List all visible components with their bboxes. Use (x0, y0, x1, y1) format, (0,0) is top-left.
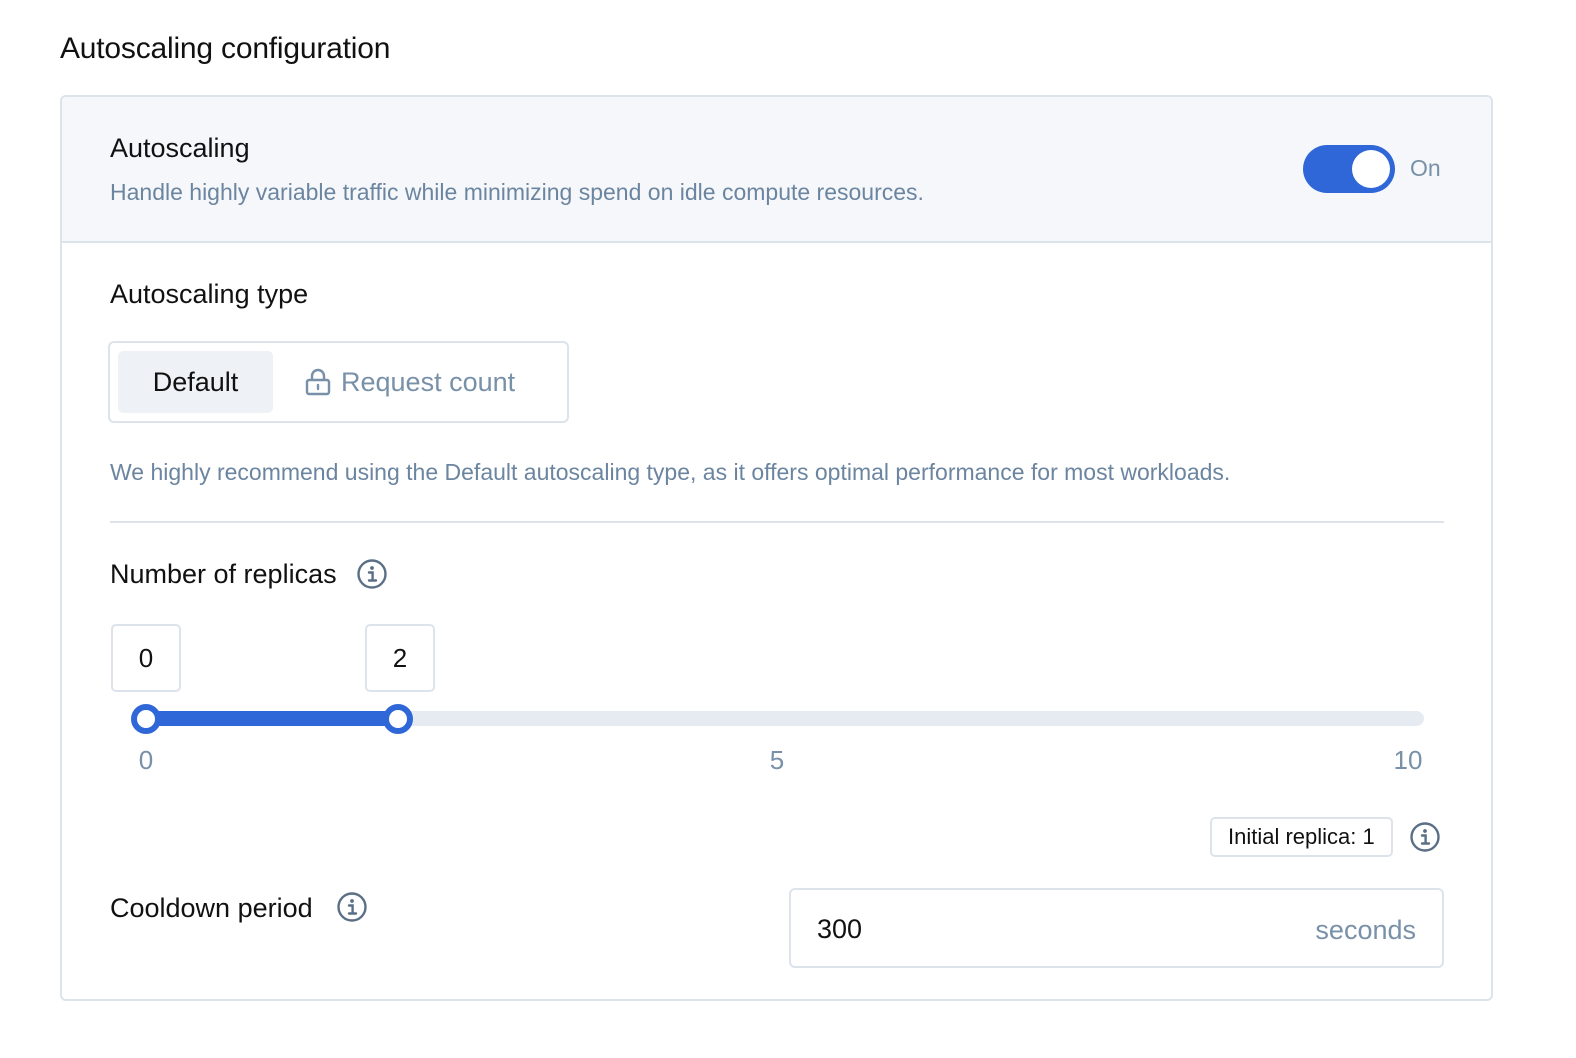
slider-tick-label: 10 (1393, 745, 1423, 775)
replicas-title: Number of replicas (110, 559, 337, 589)
option-request-count[interactable]: Request count (305, 351, 515, 413)
cooldown-value: 300 (817, 914, 863, 944)
option-request-count-label: Request count (341, 366, 516, 397)
replicas-info-icon[interactable] (356, 558, 388, 590)
autoscaling-description: Handle highly variable traffic while min… (110, 179, 924, 205)
option-default-label: Default (152, 366, 239, 397)
replicas-min-handle[interactable] (131, 704, 161, 734)
autoscaling-title: Autoscaling (110, 133, 250, 163)
autoscaling-type-title: Autoscaling type (110, 279, 309, 309)
initial-replica-badge: Initial replica: 1 (1210, 817, 1393, 857)
replicas-slider-fill (146, 711, 399, 726)
replicas-min-input[interactable]: 0 (111, 624, 181, 692)
cooldown-unit: seconds (1315, 915, 1416, 945)
recommendation-text: We highly recommend using the Default au… (110, 459, 1231, 485)
initial-replica-info-icon[interactable] (1409, 821, 1441, 853)
toggle-status-label: On (1410, 155, 1441, 181)
autoscaling-toggle[interactable] (1303, 145, 1395, 193)
cooldown-info-icon[interactable] (336, 891, 368, 923)
cooldown-title: Cooldown period (110, 893, 313, 923)
slider-tick-label: 0 (138, 745, 154, 775)
option-default[interactable]: Default (118, 351, 273, 413)
slider-tick-label: 5 (769, 745, 785, 775)
toggle-knob (1352, 150, 1390, 188)
autoscaling-header: Autoscaling Handle highly variable traff… (62, 97, 1491, 243)
autoscaling-card: Autoscaling Handle highly variable traff… (60, 95, 1493, 1001)
page-title: Autoscaling configuration (60, 32, 391, 65)
section-divider (110, 521, 1444, 523)
cooldown-input[interactable]: 300 seconds (789, 888, 1444, 968)
lock-icon (305, 368, 331, 396)
autoscaling-type-selector: Default Request count (108, 341, 569, 423)
replicas-max-input[interactable]: 2 (365, 624, 435, 692)
replicas-max-handle[interactable] (383, 704, 414, 734)
